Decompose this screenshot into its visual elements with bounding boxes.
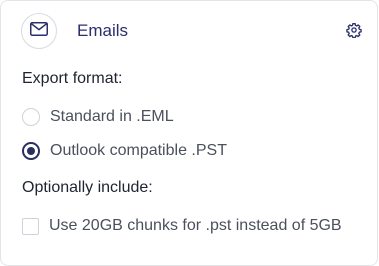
eml-radio[interactable] xyxy=(22,108,40,126)
radio-option-eml[interactable]: Standard in .EML xyxy=(22,106,174,128)
radio-option-pst[interactable]: Outlook compatible .PST xyxy=(22,140,227,162)
card-title: Emails xyxy=(77,21,129,40)
settings-button[interactable] xyxy=(345,22,363,43)
chunk-size-checkbox[interactable] xyxy=(22,217,39,235)
chunk-size-option[interactable]: Use 20GB chunks for .pst instead of 5GB xyxy=(22,215,342,237)
chunk-size-label: Use 20GB chunks for .pst instead of 5GB xyxy=(49,217,342,234)
envelope-icon xyxy=(30,21,48,41)
emails-export-card: Emails Export format: Standard in .EML O… xyxy=(0,0,378,266)
optional-include-label: Optionally include: xyxy=(22,179,153,196)
gear-icon xyxy=(346,22,362,43)
emails-badge xyxy=(21,13,57,49)
pst-option-label: Outlook compatible .PST xyxy=(50,142,227,159)
pst-radio[interactable] xyxy=(22,142,40,160)
export-format-label: Export format: xyxy=(22,70,123,87)
radio-selected-dot xyxy=(27,147,35,155)
card-header: Emails xyxy=(1,1,377,63)
eml-option-label: Standard in .EML xyxy=(50,108,174,125)
